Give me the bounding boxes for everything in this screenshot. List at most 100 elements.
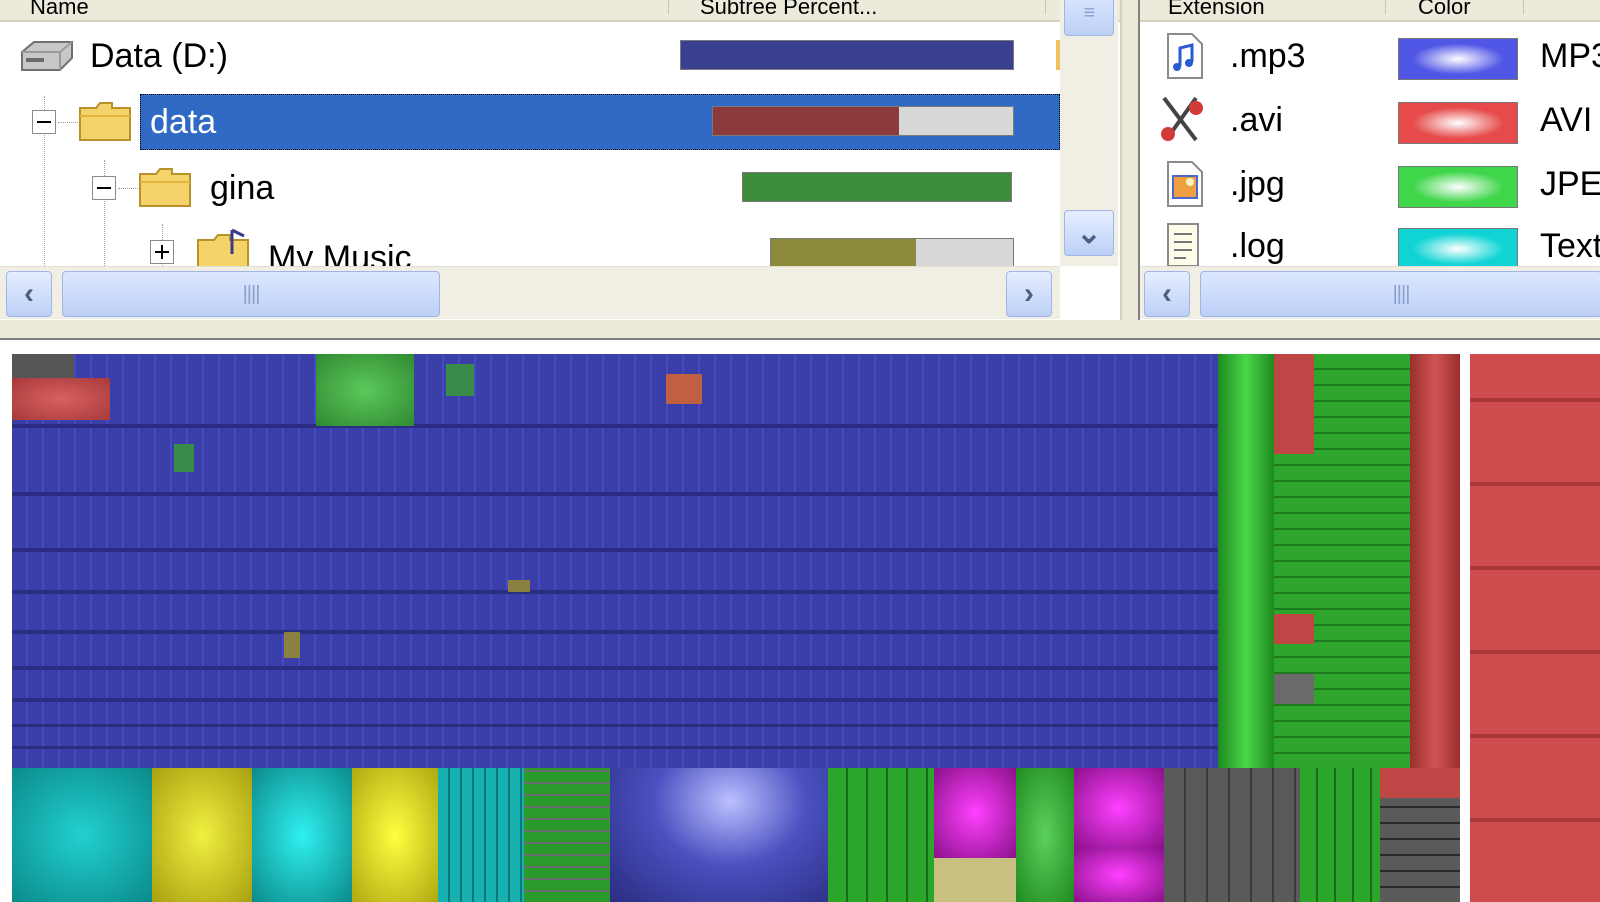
treemap-magenta-block[interactable] bbox=[1074, 768, 1164, 848]
treemap-jpg-block[interactable] bbox=[446, 364, 474, 396]
treemap-jpg-block[interactable] bbox=[1300, 768, 1380, 902]
treemap-jpg-block[interactable] bbox=[1016, 768, 1074, 902]
treemap-magenta-block[interactable] bbox=[1074, 848, 1164, 902]
scroll-left-button[interactable]: ‹ bbox=[1144, 271, 1190, 317]
treemap-divider bbox=[12, 724, 1218, 727]
extension-color-swatch bbox=[1398, 102, 1518, 144]
treemap-gray-block[interactable] bbox=[1164, 768, 1300, 902]
extension-column-header-label[interactable]: Extension bbox=[1168, 0, 1265, 20]
treemap-log-block[interactable] bbox=[284, 632, 300, 658]
treemap-divider bbox=[12, 746, 1218, 749]
treemap-divider bbox=[12, 630, 1218, 634]
treemap-view[interactable] bbox=[0, 338, 1600, 902]
treemap-log-block[interactable] bbox=[438, 768, 524, 902]
extension-color-swatch bbox=[1398, 38, 1518, 80]
grip-icon: |||| bbox=[1392, 282, 1411, 305]
extension-description: MP3 bbox=[1540, 37, 1600, 75]
directory-tree-pane: Name Subtree Percent... Data (D:) data g… bbox=[0, 0, 1122, 320]
video-file-icon bbox=[1161, 96, 1203, 142]
tree-vertical-scrollbar[interactable]: ≡ ⌄ bbox=[1060, 0, 1118, 266]
tree-row-data[interactable]: data bbox=[0, 92, 1060, 152]
horizontal-scroll-thumb[interactable]: |||| bbox=[1200, 271, 1600, 317]
column-separator[interactable] bbox=[668, 0, 669, 14]
extension-label: .log bbox=[1230, 227, 1285, 265]
scroll-left-button[interactable]: ‹ bbox=[6, 271, 52, 317]
treemap-jpg-block[interactable] bbox=[174, 444, 194, 472]
tree-row-gina[interactable]: gina bbox=[0, 158, 1060, 218]
treemap-avi-region[interactable] bbox=[1470, 354, 1600, 902]
music-folder-icon bbox=[197, 228, 249, 266]
vertical-scroll-thumb[interactable]: ≡ bbox=[1064, 0, 1114, 36]
column-separator[interactable] bbox=[1385, 0, 1386, 14]
extension-column-header: Extension Color bbox=[1140, 0, 1600, 22]
treemap-jpg-block[interactable] bbox=[828, 768, 934, 902]
treemap-yellow-block[interactable] bbox=[352, 768, 438, 902]
extension-row-avi[interactable]: .avi AVI bbox=[1140, 90, 1600, 150]
treemap-jpg-block[interactable] bbox=[316, 354, 414, 426]
tree-horizontal-scrollbar[interactable]: ‹ |||| › bbox=[0, 266, 1060, 319]
extension-label: .mp3 bbox=[1230, 37, 1306, 75]
chevron-left-icon: ‹ bbox=[24, 277, 34, 310]
treemap-avi-block[interactable] bbox=[666, 374, 702, 404]
treemap-jpg-column[interactable] bbox=[1218, 354, 1274, 768]
subtree-percent-bar bbox=[712, 106, 1014, 136]
treemap-log-block[interactable] bbox=[934, 858, 1016, 902]
treemap-avi-block[interactable] bbox=[12, 378, 110, 420]
name-column-header[interactable]: Name bbox=[30, 0, 89, 20]
extension-row-jpg[interactable]: .jpg JPEG bbox=[1140, 154, 1600, 214]
treemap-avi-block[interactable] bbox=[1274, 354, 1314, 454]
folder-icon bbox=[139, 168, 191, 207]
subtree-percent-column-header[interactable]: Subtree Percent... bbox=[700, 0, 877, 20]
scroll-down-button[interactable]: ⌄ bbox=[1064, 210, 1114, 256]
treemap-selected-region[interactable] bbox=[12, 354, 1460, 902]
image-file-icon bbox=[1167, 161, 1203, 207]
treemap-log-block[interactable] bbox=[12, 768, 152, 902]
chevron-down-icon: ⌄ bbox=[1076, 216, 1102, 250]
treemap-divider bbox=[12, 666, 1218, 670]
treemap-divider bbox=[12, 548, 1218, 552]
treemap-mp3-region[interactable] bbox=[12, 354, 1218, 768]
treemap-log-block[interactable] bbox=[508, 580, 530, 592]
tree-row-drive[interactable]: Data (D:) bbox=[0, 26, 1060, 86]
hard-drive-icon bbox=[21, 41, 73, 71]
folder-icon bbox=[79, 102, 131, 141]
grip-icon: |||| bbox=[242, 282, 261, 305]
column-separator[interactable] bbox=[1523, 0, 1524, 14]
subtree-percent-fill bbox=[681, 41, 1013, 69]
column-separator[interactable] bbox=[1045, 0, 1046, 14]
treemap-yellow-block[interactable] bbox=[152, 768, 252, 902]
treemap-gray-block[interactable] bbox=[12, 354, 74, 378]
treemap-divider bbox=[12, 590, 1218, 594]
color-column-header-label[interactable]: Color bbox=[1418, 0, 1471, 20]
extension-horizontal-scrollbar[interactable]: ‹ |||| bbox=[1140, 266, 1600, 319]
tree-row-my-music[interactable]: My Music bbox=[0, 222, 1060, 266]
treemap-gray-block[interactable] bbox=[1274, 674, 1314, 704]
treemap-log-block[interactable] bbox=[252, 768, 352, 902]
extension-description: AVI bbox=[1540, 101, 1593, 139]
subtree-percent-bar bbox=[770, 238, 1014, 266]
chevron-right-icon: › bbox=[1024, 277, 1034, 310]
subtree-percent-fill bbox=[743, 173, 1011, 201]
music-file-icon bbox=[1167, 33, 1203, 79]
extension-row-mp3[interactable]: .mp3 MP3 bbox=[1140, 26, 1600, 86]
tree-item-label: Data (D:) bbox=[90, 37, 228, 75]
treemap-mixed-block[interactable] bbox=[524, 768, 610, 902]
collapse-toggle-icon[interactable] bbox=[32, 110, 56, 134]
treemap-avi-block[interactable] bbox=[1380, 768, 1460, 798]
scroll-right-button[interactable]: › bbox=[1006, 271, 1052, 317]
horizontal-scroll-thumb[interactable]: |||| bbox=[62, 271, 440, 317]
extension-row-log[interactable]: .log Text bbox=[1140, 216, 1600, 266]
text-file-icon bbox=[1167, 223, 1199, 266]
tree-column-header: Name Subtree Percent... bbox=[0, 0, 1120, 22]
expand-toggle-icon[interactable] bbox=[150, 240, 174, 264]
extension-label: .jpg bbox=[1230, 165, 1285, 203]
treemap-divider bbox=[12, 492, 1218, 496]
treemap-avi-block[interactable] bbox=[1274, 614, 1314, 644]
treemap-mp3-block[interactable] bbox=[610, 768, 828, 902]
collapse-toggle-icon[interactable] bbox=[92, 176, 116, 200]
subtree-percent-bar bbox=[680, 40, 1014, 70]
treemap-magenta-block[interactable] bbox=[934, 768, 1016, 858]
treemap-avi-column[interactable] bbox=[1410, 354, 1460, 768]
tree-item-label: My Music bbox=[268, 239, 412, 266]
extension-description: JPEG bbox=[1540, 165, 1600, 203]
